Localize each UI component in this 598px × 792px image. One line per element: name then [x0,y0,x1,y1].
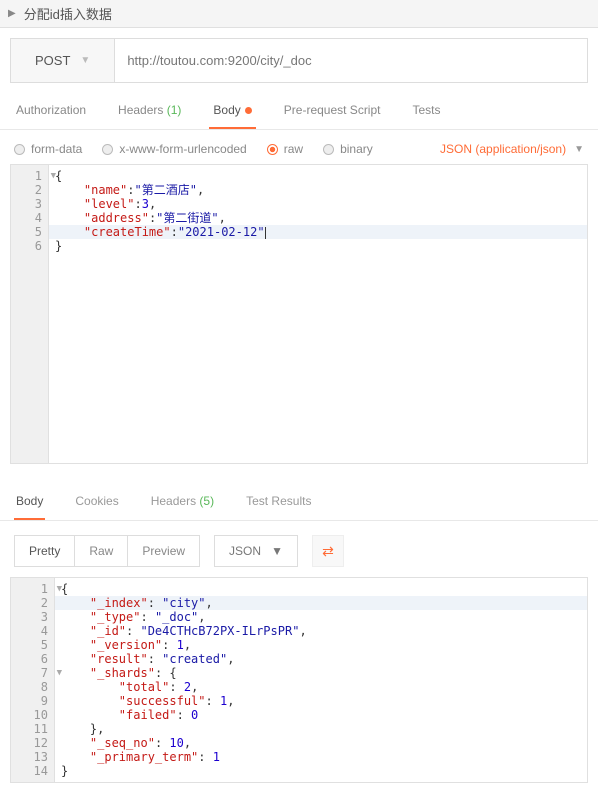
radio-icon [14,144,25,155]
tab-headers[interactable]: Headers (1) [114,93,185,129]
collapse-caret-icon[interactable]: ▶ [8,8,16,19]
line-gutter: 1▼ 2 3 4 5 6 7▼ 8 9 10 11 12 13 14 [11,578,55,782]
chevron-down-icon: ▼ [80,55,90,66]
line-gutter: 1▼ 2 3 4 5 6 [11,165,49,463]
response-toolbar: Pretty Raw Preview JSON ▼ ⇄ [0,521,598,577]
tab-prerequest[interactable]: Pre-request Script [280,93,385,129]
code-body[interactable]: { "_index": "city", "_type": "_doc", "_i… [55,578,587,782]
http-method-select[interactable]: POST ▼ [11,39,115,82]
response-tabs: Body Cookies Headers (5) Test Results [0,484,598,521]
tab-authorization[interactable]: Authorization [12,93,90,129]
rtab-testresults[interactable]: Test Results [244,484,313,520]
rtab-cookies[interactable]: Cookies [73,484,120,520]
text-cursor [265,227,266,239]
response-body-editor[interactable]: 1▼ 2 3 4 5 6 7▼ 8 9 10 11 12 13 14 { "_i… [10,577,588,783]
fold-icon[interactable]: ▼ [51,169,56,183]
content-type-select[interactable]: JSON (application/json) ▼ [440,142,584,156]
request-body-editor[interactable]: 1▼ 2 3 4 5 6 { "name":"第二酒店", "level":3,… [10,164,588,464]
request-bar: POST ▼ [10,38,588,83]
radio-raw[interactable]: raw [267,142,303,156]
wrap-icon: ⇄ [322,543,334,560]
view-mode-buttons: Pretty Raw Preview [14,535,200,567]
modified-dot-icon [245,107,252,114]
fold-icon[interactable]: ▼ [57,666,62,680]
view-preview-button[interactable]: Preview [128,536,199,566]
request-header: ▶ 分配id插入数据 [0,0,598,28]
view-raw-button[interactable]: Raw [75,536,128,566]
chevron-down-icon: ▼ [271,544,283,558]
radio-checked-icon [267,144,278,155]
request-title: 分配id插入数据 [24,4,112,23]
radio-icon [102,144,113,155]
chevron-down-icon: ▼ [574,144,584,155]
wrap-lines-button[interactable]: ⇄ [312,535,344,567]
body-format-options: form-data x-www-form-urlencoded raw bina… [0,130,598,164]
radio-xform[interactable]: x-www-form-urlencoded [102,142,246,156]
fold-icon[interactable]: ▼ [57,582,62,596]
code-body[interactable]: { "name":"第二酒店", "level":3, "address":"第… [49,165,587,463]
request-tabs: Authorization Headers (1) Body Pre-reque… [0,93,598,130]
view-pretty-button[interactable]: Pretty [15,536,75,566]
http-method-label: POST [35,53,70,68]
radio-binary[interactable]: binary [323,142,373,156]
url-input[interactable] [115,39,587,82]
response-format-select[interactable]: JSON ▼ [214,535,298,567]
rtab-body[interactable]: Body [14,484,45,520]
tab-tests[interactable]: Tests [408,93,444,129]
radio-formdata[interactable]: form-data [14,142,82,156]
rtab-headers[interactable]: Headers (5) [149,484,216,520]
tab-body[interactable]: Body [209,93,255,129]
radio-icon [323,144,334,155]
